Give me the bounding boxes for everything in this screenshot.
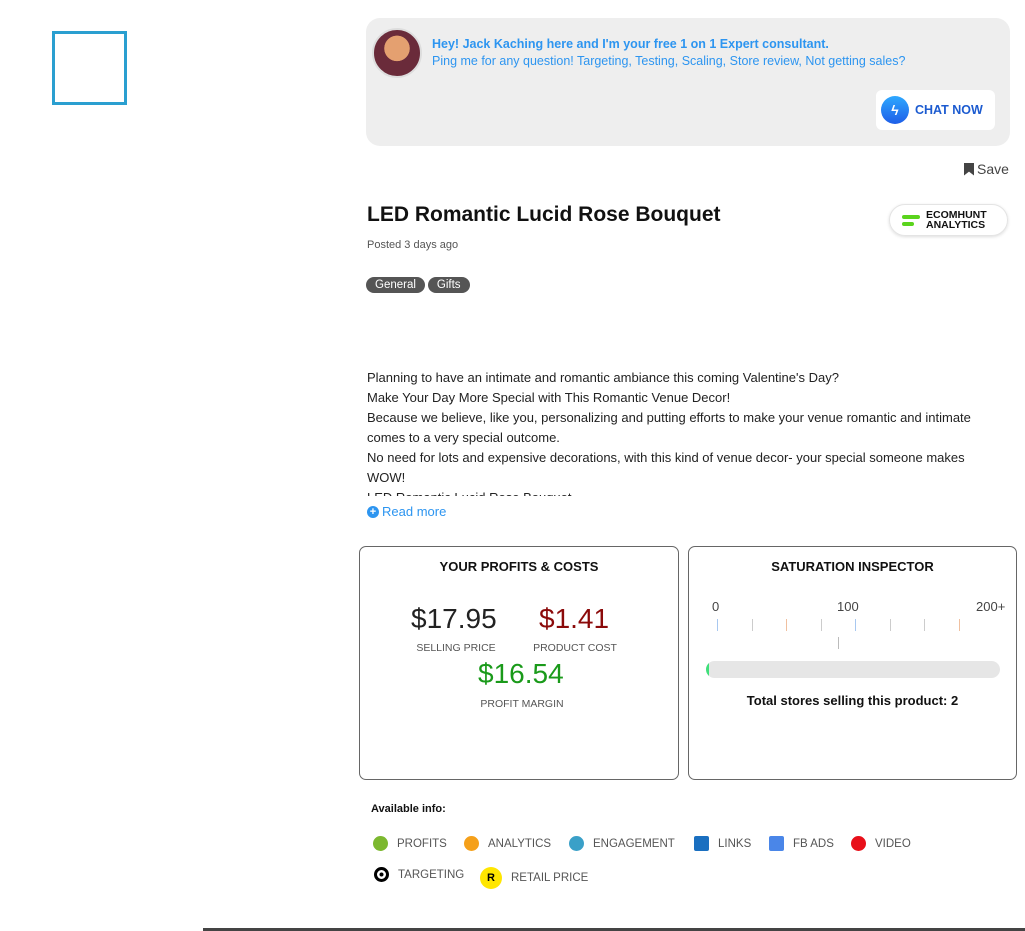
avatar bbox=[372, 28, 422, 78]
saturation-fill bbox=[706, 661, 709, 678]
product-image[interactable] bbox=[52, 31, 127, 105]
banner-headline: Hey! Jack Kaching here and I'm your free… bbox=[432, 37, 829, 51]
analytics-label: ANALYTICS bbox=[926, 219, 986, 231]
plus-circle-icon: + bbox=[367, 505, 379, 518]
save-button[interactable]: Save bbox=[964, 161, 1009, 177]
product-description: Planning to have an intimate and romanti… bbox=[367, 368, 997, 496]
stores-count: Total stores selling this product: 2 bbox=[746, 693, 959, 708]
desc-line: Make Your Day More Special with This Rom… bbox=[367, 390, 731, 405]
scale-label-200: 200+ bbox=[976, 599, 1006, 614]
chat-now-button[interactable]: ϟ CHAT NOW bbox=[876, 90, 995, 130]
scale-tick bbox=[717, 619, 718, 631]
desc-line: Because we believe, like you, personaliz… bbox=[367, 410, 971, 445]
scale-tick bbox=[751, 619, 753, 631]
info-retail-price: R RETAIL PRICE bbox=[480, 867, 588, 889]
info-label: RETAIL PRICE bbox=[511, 872, 589, 884]
scale-label-100: 100 bbox=[837, 599, 859, 614]
info-engagement: ENGAGEMENT bbox=[569, 836, 675, 851]
desc-line: LED Romantic Lucid Rose Bouquet bbox=[367, 488, 997, 496]
posted-date: Posted 3 days ago bbox=[367, 239, 459, 251]
consultant-banner: Hey! Jack Kaching here and I'm your free… bbox=[366, 18, 1010, 146]
tag-general[interactable]: General bbox=[366, 277, 425, 293]
info-label: ANALYTICS bbox=[488, 837, 552, 850]
read-more-link[interactable]: + Read more bbox=[367, 504, 446, 519]
ecomhunt-analytics-button[interactable]: ECOMHUNT ANALYTICS bbox=[889, 204, 1008, 236]
info-label: VIDEO bbox=[875, 837, 911, 850]
link-icon bbox=[694, 836, 709, 851]
saturation-card: SATURATION INSPECTOR 0 100 200+ Total st… bbox=[688, 546, 1017, 780]
banner-subtext: Ping me for any question! Targeting, Tes… bbox=[432, 54, 906, 68]
info-analytics: ANALYTICS bbox=[464, 836, 551, 851]
trend-icon bbox=[464, 836, 479, 851]
saturation-bar bbox=[706, 661, 1000, 678]
scale-tick bbox=[855, 619, 856, 631]
saturation-title: SATURATION INSPECTOR bbox=[771, 559, 934, 574]
scale-tick bbox=[820, 619, 822, 631]
info-targeting: TARGETING bbox=[374, 867, 464, 882]
r-badge-icon: R bbox=[480, 867, 502, 889]
info-label: TARGETING bbox=[398, 868, 465, 881]
scale-tick bbox=[958, 619, 960, 631]
target-icon bbox=[374, 867, 389, 882]
product-title: LED Romantic Lucid Rose Bouquet bbox=[367, 203, 721, 226]
info-label: FB ADS bbox=[793, 837, 834, 850]
desc-line: Planning to have an intimate and romanti… bbox=[367, 370, 839, 385]
bookmark-icon bbox=[964, 162, 974, 176]
info-label: ENGAGEMENT bbox=[593, 837, 675, 850]
available-info-label: Available info: bbox=[371, 803, 446, 815]
profit-margin-label: PROFIT MARGIN bbox=[480, 698, 564, 710]
read-more-label: Read more bbox=[382, 504, 447, 519]
scale-tick bbox=[889, 619, 891, 631]
user-icon bbox=[569, 836, 584, 851]
messenger-icon: ϟ bbox=[881, 96, 909, 124]
info-video: VIDEO bbox=[851, 836, 911, 851]
product-cost-label: PRODUCT COST bbox=[533, 642, 617, 654]
play-icon bbox=[851, 836, 866, 851]
ecomhunt-logo-icon bbox=[902, 212, 920, 229]
save-label: Save bbox=[977, 161, 1009, 177]
info-links: LINKS bbox=[694, 836, 751, 851]
scale-tick bbox=[786, 619, 787, 631]
dollar-icon bbox=[373, 836, 388, 851]
scale-tick bbox=[924, 619, 925, 631]
info-label: PROFITS bbox=[397, 837, 447, 850]
profits-card: YOUR PROFITS & COSTS $17.95 SELLING PRIC… bbox=[359, 546, 679, 780]
profits-title: YOUR PROFITS & COSTS bbox=[439, 559, 599, 574]
chat-now-label: CHAT NOW bbox=[915, 103, 983, 117]
info-label: LINKS bbox=[718, 837, 752, 850]
bars-icon bbox=[769, 836, 784, 851]
marker-tick bbox=[838, 637, 839, 649]
product-cost: $1.41 bbox=[539, 603, 610, 634]
scale-label-0: 0 bbox=[712, 599, 720, 614]
info-fb-ads: FB ADS bbox=[769, 836, 834, 851]
info-profits: PROFITS bbox=[373, 836, 447, 851]
selling-price: $17.95 bbox=[411, 603, 497, 634]
desc-line: No need for lots and expensive decoratio… bbox=[367, 450, 965, 485]
profit-margin: $16.54 bbox=[478, 658, 564, 689]
tag-gifts[interactable]: Gifts bbox=[427, 277, 470, 293]
